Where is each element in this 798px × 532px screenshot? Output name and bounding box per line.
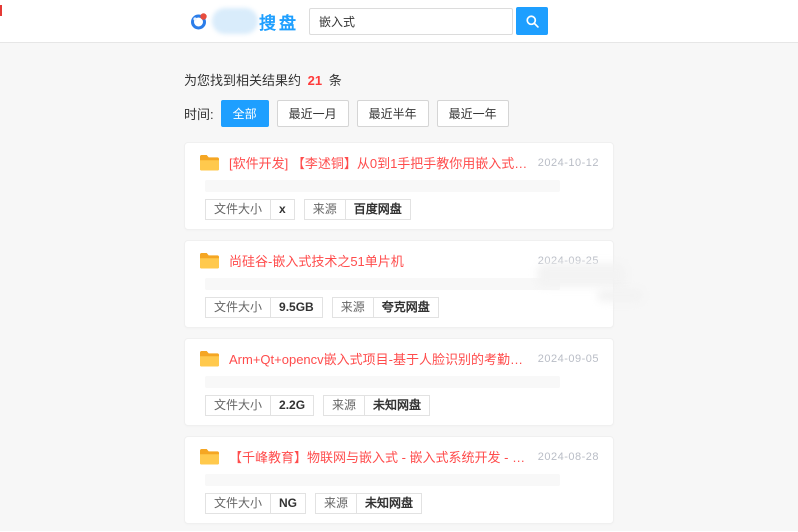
result-card: 【千峰教育】物联网与嵌入式 - 嵌入式系统开发 - 带源码课件 2024-08-…: [184, 436, 614, 524]
result-description-redacted: [205, 474, 560, 486]
size-value: NG: [270, 493, 307, 514]
time-filter-label: 时间:: [184, 107, 214, 122]
search-input[interactable]: [309, 7, 513, 35]
source-label: 来源: [331, 297, 374, 318]
folder-icon: [200, 253, 219, 269]
source-badge: 来源 夸克网盘: [331, 297, 439, 318]
search-button[interactable]: [516, 7, 548, 35]
size-label: 文件大小: [205, 199, 272, 220]
source-label: 来源: [303, 199, 346, 220]
size-label: 文件大小: [205, 395, 272, 416]
left-edge-artifact: [0, 5, 2, 16]
size-value: 9.5GB: [270, 297, 323, 318]
search-icon: [525, 14, 539, 28]
result-title[interactable]: [软件开发] 【李述铜】从0到1手把手教你用嵌入式操作系统: [229, 153, 528, 172]
folder-icon: [200, 155, 219, 171]
source-value: 未知网盘: [364, 395, 431, 416]
result-badges: 文件大小 NG 来源 未知网盘: [205, 493, 599, 514]
results-meta: 为您找到相关结果约 21 条: [184, 70, 614, 89]
time-filter-options: 全部 最近一月 最近半年 最近一年: [220, 100, 517, 127]
size-value: x: [270, 199, 295, 220]
result-badges: 文件大小 9.5GB 来源 夸克网盘: [205, 297, 599, 318]
result-date: 2024-10-12: [537, 156, 599, 169]
result-title[interactable]: 尚硅谷-嵌入式技术之51单片机: [229, 251, 528, 270]
results-list: [软件开发] 【李述铜】从0到1手把手教你用嵌入式操作系统 2024-10-12…: [184, 142, 614, 532]
time-filter-button[interactable]: 全部: [220, 100, 269, 127]
result-card: [软件开发] 【李述铜】从0到1手把手教你用嵌入式操作系统 2024-10-12…: [184, 142, 614, 230]
disk-search-logo-icon: [191, 13, 207, 30]
result-badges: 文件大小 2.2G 来源 未知网盘: [205, 395, 599, 416]
file-size-badge: 文件大小 NG: [205, 493, 307, 514]
source-badge: 来源 未知网盘: [323, 395, 431, 416]
result-description-redacted: [205, 376, 560, 388]
source-value: 未知网盘: [356, 493, 423, 514]
result-description-redacted: [205, 278, 560, 290]
time-filter-button[interactable]: 最近一年: [436, 100, 509, 127]
result-description-redacted: [205, 180, 560, 192]
result-badges: 文件大小 x 来源 百度网盘: [205, 199, 599, 220]
brand-logo[interactable]: 搜盘: [189, 8, 299, 34]
file-size-badge: 文件大小 x: [205, 199, 295, 220]
results-meta-prefix: 为您找到相关结果约: [184, 73, 302, 88]
result-date: 2024-09-05: [537, 352, 599, 365]
results-count: 21: [307, 73, 323, 88]
file-size-badge: 文件大小 9.5GB: [205, 297, 323, 318]
time-filter-button[interactable]: 最近半年: [356, 100, 429, 127]
size-label: 文件大小: [205, 493, 272, 514]
time-filter: 时间: 全部 最近一月 最近半年 最近一年: [184, 100, 614, 127]
size-label: 文件大小: [205, 297, 272, 318]
source-value: 夸克网盘: [372, 297, 439, 318]
source-label: 来源: [315, 493, 358, 514]
search-box: [309, 7, 548, 35]
result-title[interactable]: 【千峰教育】物联网与嵌入式 - 嵌入式系统开发 - 带源码课件: [229, 447, 528, 466]
brand-name-redacted: [212, 8, 258, 34]
result-title[interactable]: Arm+Qt+opencv嵌入式项目-基于人脸识别的考勤系统: [229, 349, 528, 368]
brand-name: 搜盘: [259, 13, 299, 33]
size-value: 2.2G: [270, 395, 315, 416]
result-card: Arm+Qt+opencv嵌入式项目-基于人脸识别的考勤系统 2024-09-0…: [184, 338, 614, 426]
source-value: 百度网盘: [344, 199, 411, 220]
folder-icon: [200, 449, 219, 465]
redaction-smudge: [597, 289, 643, 302]
source-label: 来源: [323, 395, 366, 416]
source-badge: 来源 百度网盘: [303, 199, 411, 220]
redaction-smudge: [537, 263, 625, 287]
results-meta-suffix: 条: [328, 73, 342, 88]
time-filter-button[interactable]: 最近一月: [276, 100, 349, 127]
result-date: 2024-08-28: [537, 450, 599, 463]
page-body: 为您找到相关结果约 21 条 时间: 全部 最近一月 最近半年 最近一年 [软件开发]…: [0, 43, 798, 531]
file-size-badge: 文件大小 2.2G: [205, 395, 315, 416]
header: 搜盘: [0, 0, 798, 43]
folder-icon: [200, 351, 219, 367]
source-badge: 来源 未知网盘: [315, 493, 423, 514]
